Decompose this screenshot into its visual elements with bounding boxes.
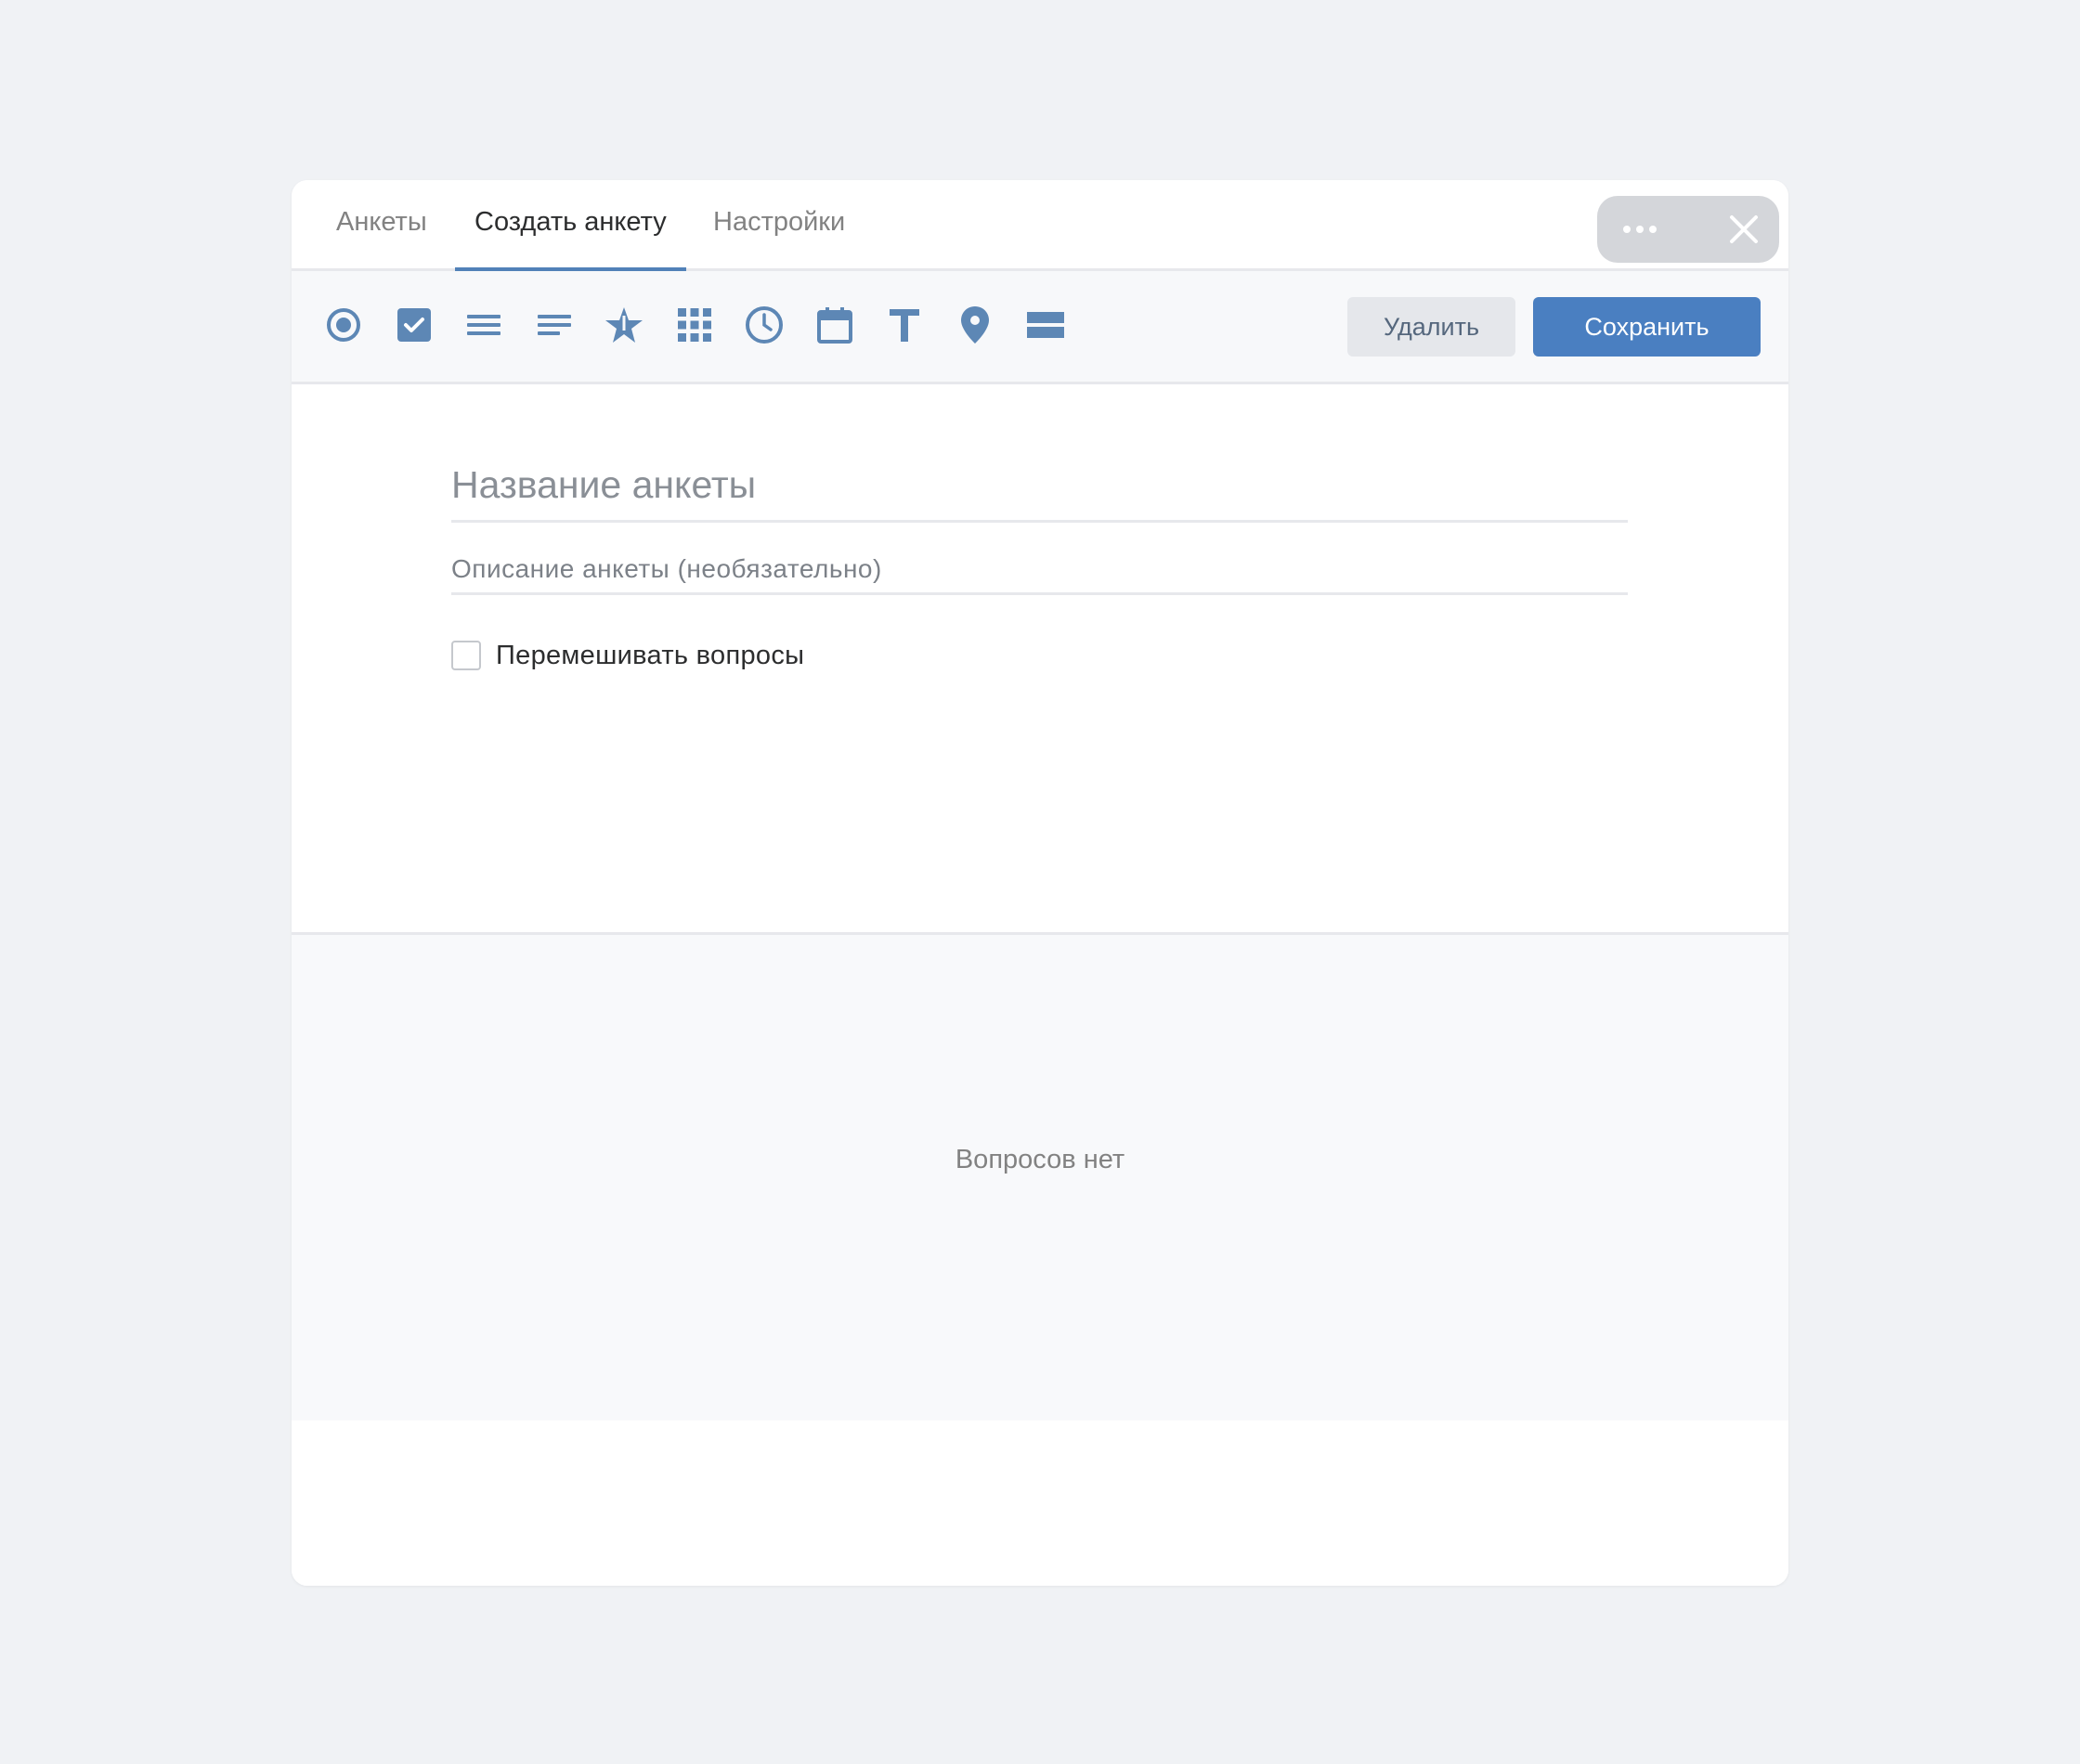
empty-questions-text: Вопросов нет xyxy=(955,1145,1125,1174)
poll-form: Перемешивать вопросы xyxy=(292,384,1788,932)
poll-description-input[interactable] xyxy=(451,546,1628,595)
shuffle-questions-option[interactable]: Перемешивать вопросы xyxy=(451,637,804,674)
section-icon[interactable] xyxy=(1020,299,1072,351)
tab-create-poll[interactable]: Создать анкету xyxy=(455,180,686,271)
delete-button[interactable]: Удалить xyxy=(1347,297,1515,357)
radio-icon[interactable] xyxy=(318,299,370,351)
list-icon[interactable] xyxy=(458,299,510,351)
poll-dialog: Анкеты Создать анкету Настройки Удалить … xyxy=(292,180,1788,1586)
dialog-footer xyxy=(292,1420,1788,1586)
star-icon[interactable] xyxy=(598,299,650,351)
more-icon[interactable] xyxy=(1616,211,1664,248)
checkbox-icon[interactable] xyxy=(388,299,440,351)
shuffle-label: Перемешивать вопросы xyxy=(496,640,805,670)
calendar-icon[interactable] xyxy=(809,299,861,351)
text-icon[interactable] xyxy=(878,299,930,351)
tab-settings[interactable]: Настройки xyxy=(713,180,845,268)
close-icon[interactable] xyxy=(1723,209,1764,250)
tab-polls[interactable]: Анкеты xyxy=(336,180,427,268)
clock-icon[interactable] xyxy=(738,299,790,351)
location-pin-icon[interactable] xyxy=(949,299,1001,351)
shuffle-checkbox[interactable] xyxy=(451,641,481,670)
tabs-bar: Анкеты Создать анкету Настройки xyxy=(292,180,1788,271)
grid-icon[interactable] xyxy=(669,299,721,351)
text-lines-icon[interactable] xyxy=(528,299,580,351)
poll-title-input[interactable] xyxy=(451,449,1628,523)
question-type-toolbar: Удалить Сохранить xyxy=(292,271,1788,384)
header-controls xyxy=(1597,196,1779,263)
save-button[interactable]: Сохранить xyxy=(1533,297,1761,357)
